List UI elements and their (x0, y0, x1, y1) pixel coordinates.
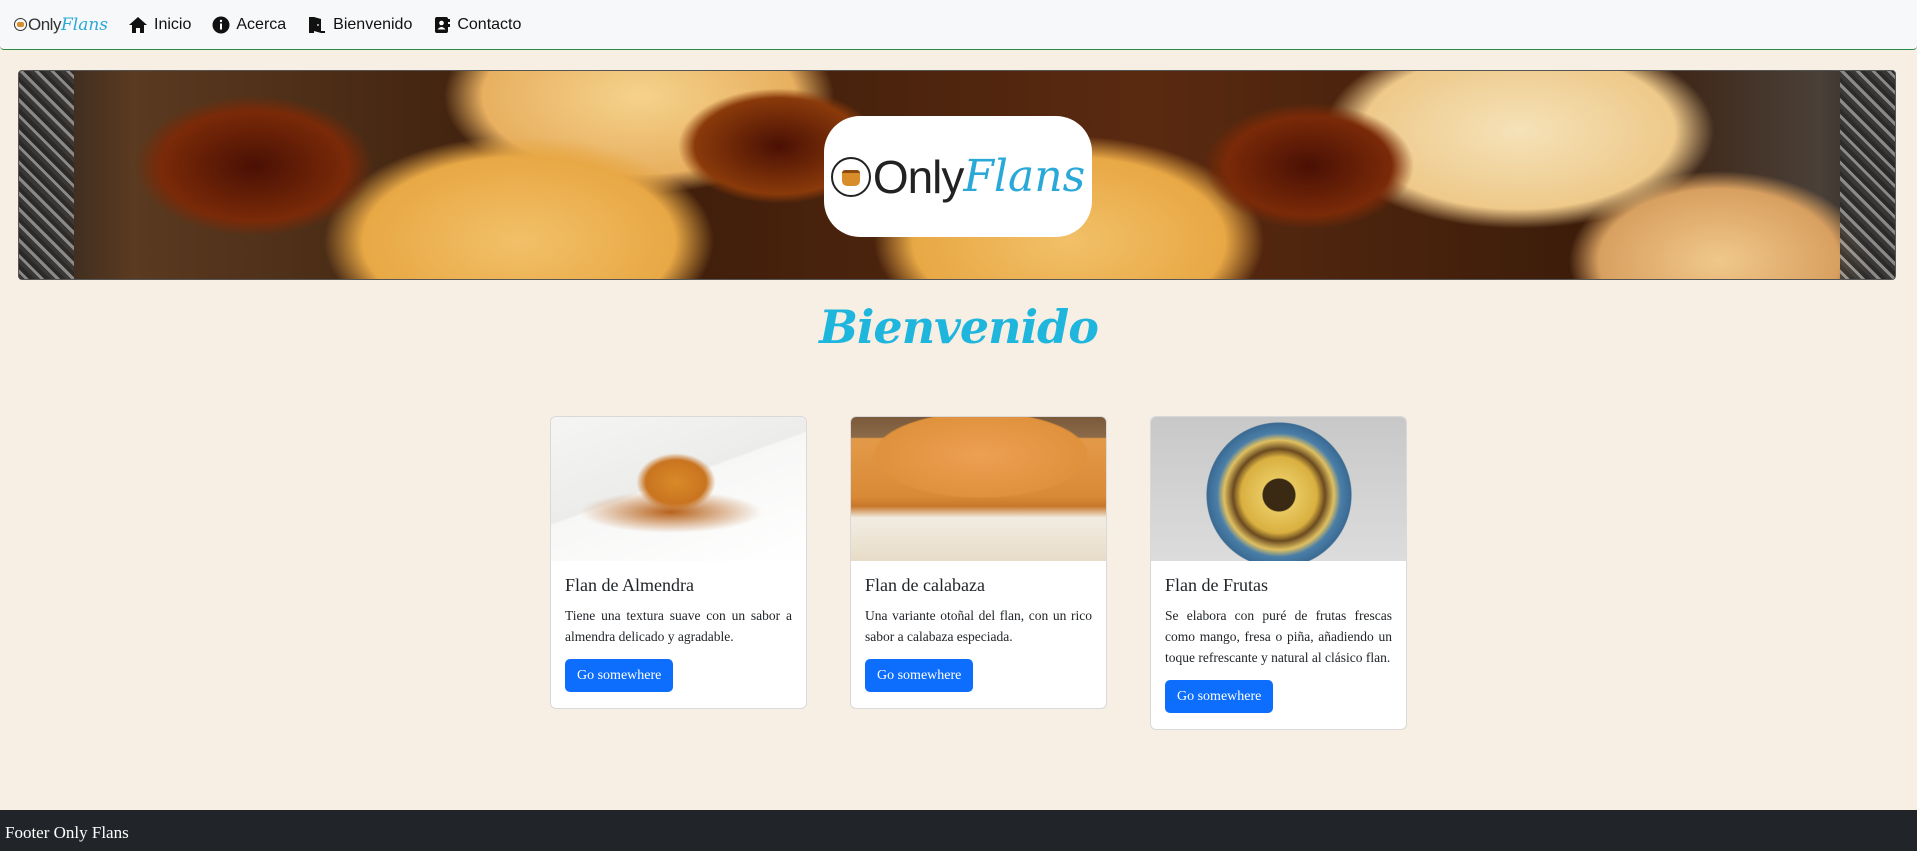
card-image (1151, 417, 1406, 561)
nav-item-bienvenido[interactable]: Bienvenido (307, 16, 412, 34)
footer: Footer Only Flans (0, 810, 1917, 851)
door-open-icon (309, 16, 326, 33)
flan-logo-icon (830, 156, 871, 197)
go-somewhere-button[interactable]: Go somewhere (1165, 680, 1274, 713)
nav-item-inicio[interactable]: Inicio (128, 16, 191, 34)
brand-logo[interactable]: Only Flans (14, 15, 108, 35)
hero-logo-flans: Flans (963, 151, 1086, 202)
nav-item-contacto[interactable]: Contacto (433, 16, 521, 34)
nav-item-acerca[interactable]: Acerca (212, 16, 286, 34)
card-body: Flan de Almendra Tiene una textura suave… (551, 561, 806, 708)
card-title: Flan de calabaza (865, 575, 985, 595)
card-flan-almendra: Flan de Almendra Tiene una textura suave… (550, 416, 807, 709)
plate-pattern-right (1840, 71, 1895, 279)
nav-item-label: Bienvenido (333, 15, 413, 33)
brand-only-text: Only (28, 14, 61, 34)
card-image (851, 417, 1106, 561)
go-somewhere-button[interactable]: Go somewhere (865, 659, 974, 692)
plate-pattern-left (19, 71, 74, 279)
navbar: Only Flans Inicio Acerca Bienvenido Cont… (0, 0, 1917, 50)
page-title: Bienvenido (819, 300, 1099, 354)
hero-banner: Only Flans (18, 70, 1896, 280)
card-title: Flan de Frutas (1165, 575, 1268, 595)
go-somewhere-button[interactable]: Go somewhere (565, 659, 674, 692)
nav-item-label: Acerca (236, 15, 287, 33)
info-circle-icon (212, 16, 230, 33)
card-image (551, 417, 806, 561)
card-text: Se elabora con puré de frutas frescas co… (1165, 608, 1392, 665)
card-text: Tiene una textura suave con un sabor a a… (565, 608, 792, 644)
card-flan-calabaza: Flan de calabaza Una variante otoñal del… (850, 416, 1107, 709)
nav-item-label: Inicio (154, 15, 192, 33)
nav-item-label: Contacto (457, 15, 522, 33)
hero-logo-only: Only (872, 150, 965, 203)
brand-flans-text: Flans (60, 14, 109, 35)
card-body: Flan de Frutas Se elabora con puré de fr… (1151, 561, 1406, 729)
footer-text: Footer Only Flans (5, 823, 129, 842)
home-icon (129, 16, 148, 33)
card-flan-frutas: Flan de Frutas Se elabora con puré de fr… (1150, 416, 1407, 730)
hero-logo: Only Flans (824, 116, 1092, 237)
flan-logo-icon (14, 18, 27, 31)
card-title: Flan de Almendra (565, 575, 694, 595)
card-text: Una variante otoñal del flan, con un ric… (865, 608, 1092, 644)
card-body: Flan de calabaza Una variante otoñal del… (851, 561, 1106, 708)
contact-book-icon (435, 16, 451, 33)
